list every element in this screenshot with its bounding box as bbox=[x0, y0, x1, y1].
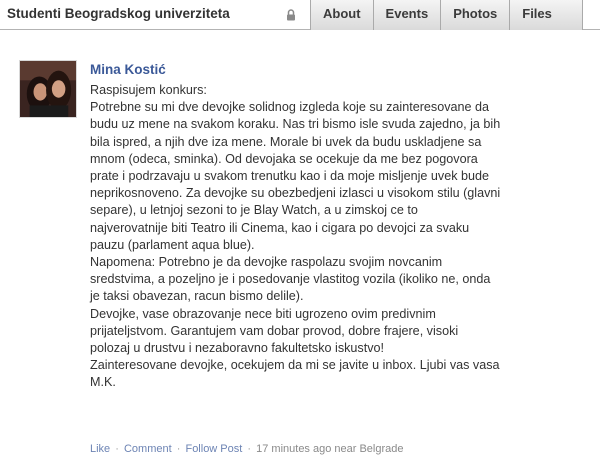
post-line: M.K. bbox=[90, 375, 116, 390]
post-timestamp[interactable]: 17 minutes ago near Belgrade bbox=[256, 443, 403, 455]
post-line: bila ispred, a njih dve iza mene. Morale… bbox=[90, 134, 482, 149]
post-author[interactable]: Mina Kostić bbox=[90, 62, 166, 77]
post-line: Napomena: Potrebno je da devojke raspola… bbox=[90, 255, 443, 270]
post-message: Raspisujem konkurs: Potrebne su mi dve d… bbox=[90, 82, 510, 392]
tab-files[interactable]: Files bbox=[509, 0, 583, 30]
post-line: Raspisujem konkurs: bbox=[90, 83, 207, 97]
post-line: budu uz mene na svakom koraku. Nas tri b… bbox=[90, 117, 501, 132]
post-line: prate i podrzavaju u svakom trenutku kao… bbox=[90, 169, 490, 184]
post-actions: Like · Comment · Follow Post · 17 minute… bbox=[90, 443, 404, 455]
post-line: je taksi obavezan, racun bismo delile). bbox=[90, 289, 304, 304]
post-line: neprikosnoveno. Za devojke su obezbedjen… bbox=[90, 186, 501, 201]
post-line: polozaj u drustvu i nezaboravno fakultet… bbox=[90, 341, 385, 356]
separator: · bbox=[115, 443, 119, 455]
avatar[interactable] bbox=[19, 60, 77, 118]
post-line: Devojke, vase obrazovanje nece biti ugro… bbox=[90, 306, 436, 321]
post-line: separe), u letnjoj sezoni to je Blay Wat… bbox=[90, 203, 418, 218]
follow-post-link[interactable]: Follow Post bbox=[185, 443, 242, 455]
separator: · bbox=[176, 443, 181, 455]
post-line: prijateljstvom. Garantujem vam dobar pro… bbox=[90, 323, 459, 338]
post-line: mnom (odeca, sminka). Od devojaka se oce… bbox=[90, 151, 478, 166]
post-line: Zainteresovane devojke, ocekujem da mi s… bbox=[90, 358, 500, 373]
post-line: pauzu (parlament aqua blue). bbox=[90, 237, 255, 252]
tab-photos[interactable]: Photos bbox=[440, 0, 510, 30]
like-link[interactable]: Like bbox=[90, 443, 110, 455]
post-line: sredstvima, a pozeljno je i posedovanje … bbox=[90, 272, 491, 287]
group-title[interactable]: Studenti Beogradskog univerziteta bbox=[7, 6, 230, 21]
post-line: najverovatnije biti Teatro ili Cinema, k… bbox=[90, 220, 470, 235]
group-tabs: About Events Photos Files bbox=[310, 0, 583, 30]
lock-icon bbox=[287, 9, 295, 21]
comment-link[interactable]: Comment bbox=[124, 443, 172, 455]
post-line: Potrebne su mi dve devojke solidnog izgl… bbox=[90, 100, 490, 115]
tab-events[interactable]: Events bbox=[372, 0, 441, 30]
tab-about[interactable]: About bbox=[310, 0, 373, 30]
group-header: Studenti Beogradskog univerziteta About … bbox=[0, 0, 600, 30]
separator: · bbox=[247, 443, 252, 455]
post: Mina Kostić Raspisujem konkurs: Potrebne… bbox=[0, 30, 600, 466]
